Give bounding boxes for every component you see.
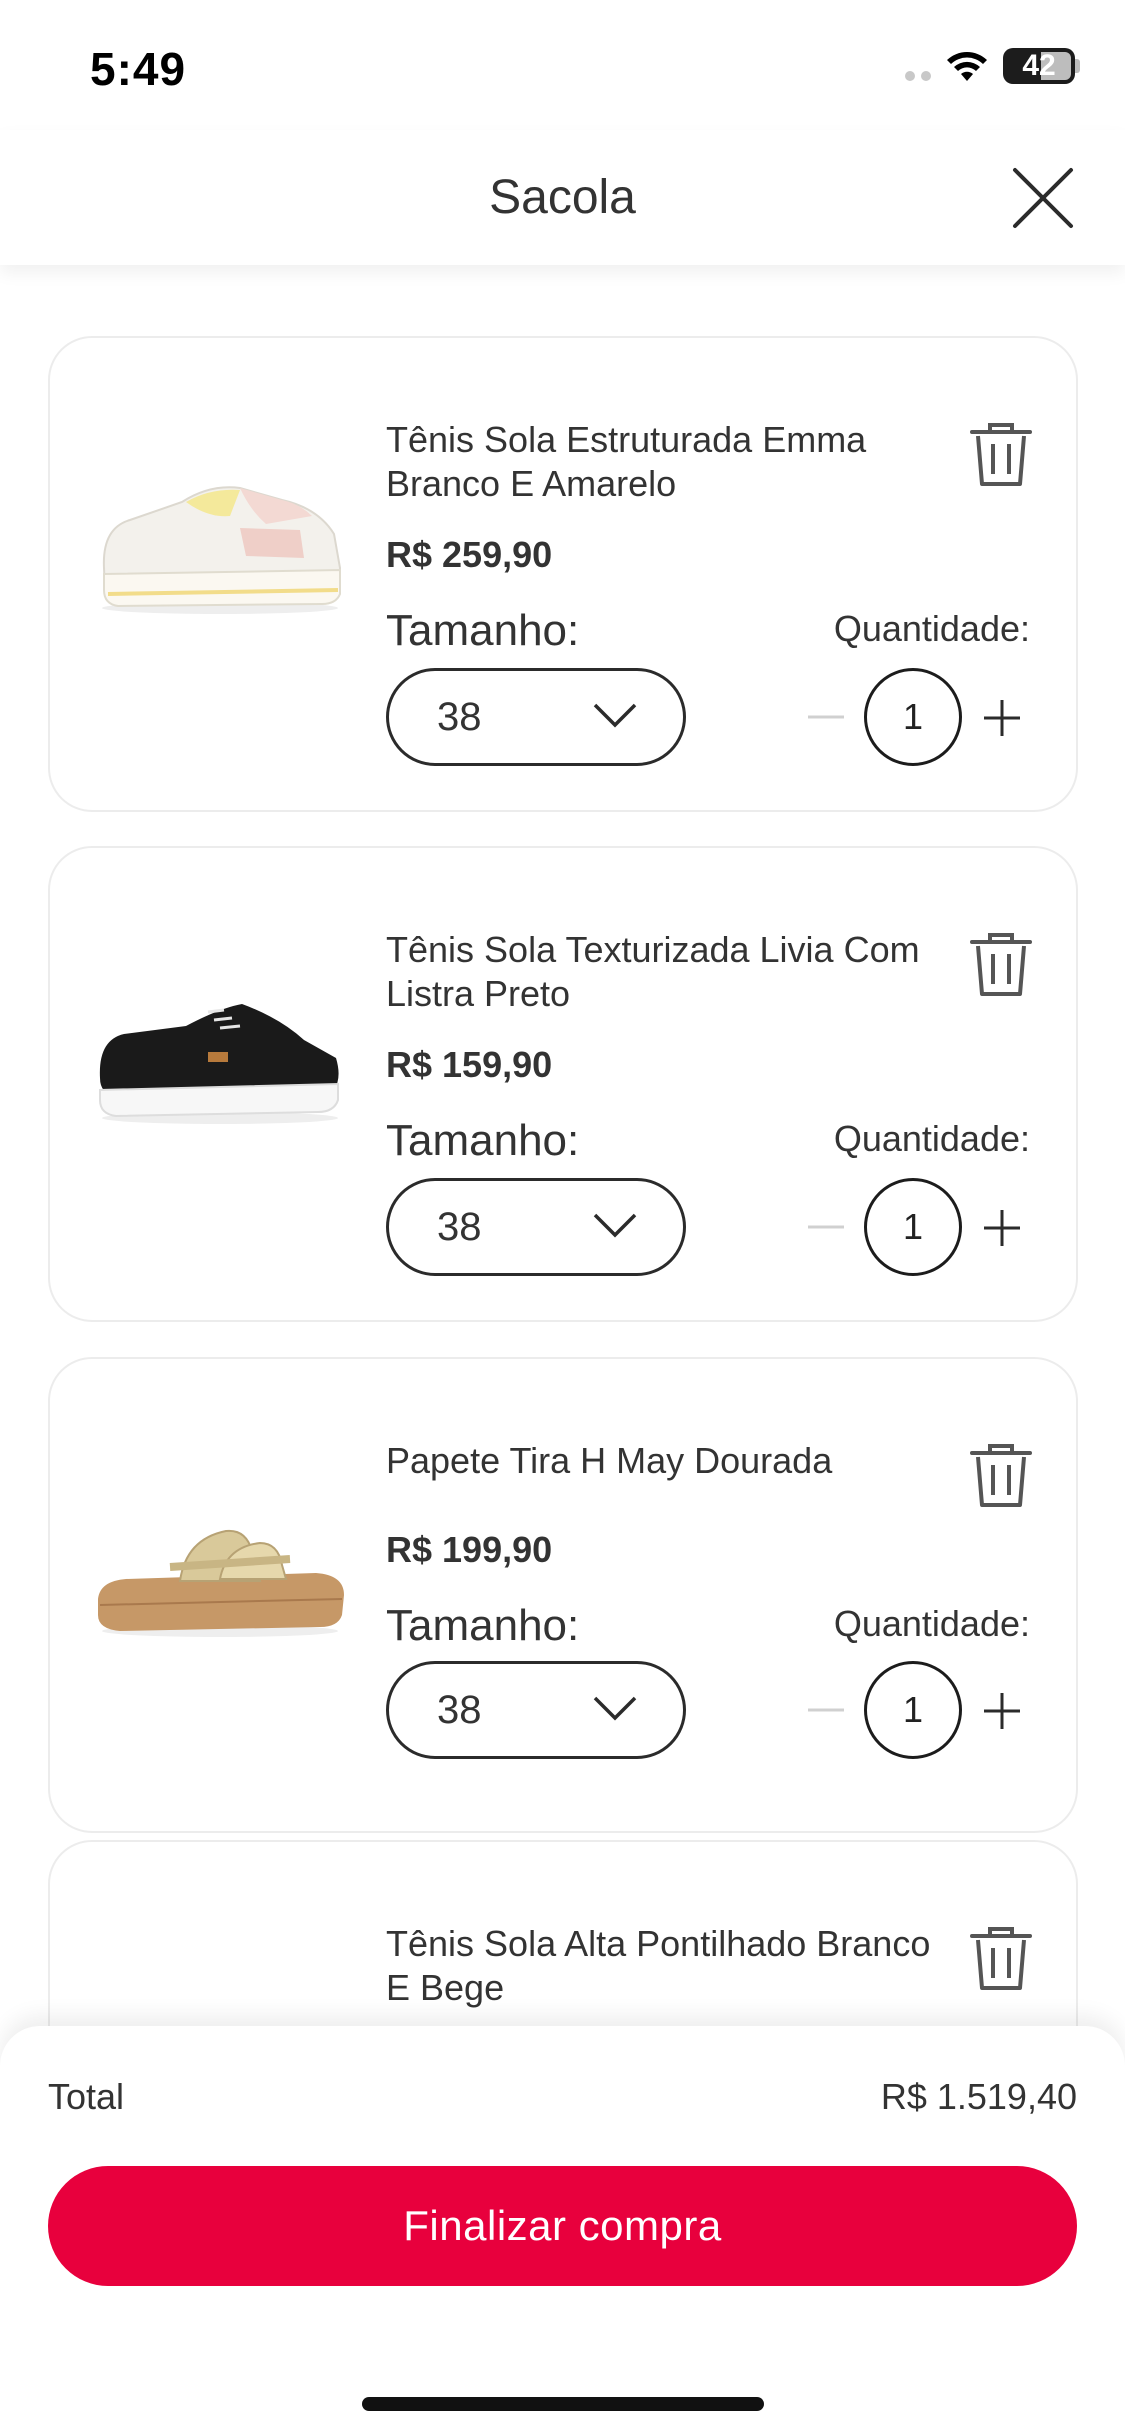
- increase-quantity-button[interactable]: [982, 698, 1022, 738]
- size-select[interactable]: 38: [386, 1661, 686, 1759]
- quantity-value[interactable]: 1: [864, 1178, 962, 1276]
- cart-item: Tênis Sola Texturizada Livia Com Listra …: [48, 846, 1078, 1322]
- delete-item-button[interactable]: [970, 1443, 1032, 1509]
- size-label: Tamanho:: [386, 606, 580, 655]
- quantity-label: Quantidade:: [833, 608, 1030, 649]
- decrease-quantity-button[interactable]: [806, 702, 846, 732]
- home-indicator[interactable]: [362, 2397, 764, 2411]
- increase-quantity-button[interactable]: [982, 1208, 1022, 1248]
- chevron-down-icon: [593, 1213, 637, 1238]
- order-summary: Total R$ 1.519,40 Finalizar compra: [0, 2026, 1125, 2436]
- total-value: R$ 1.519,40: [880, 2076, 1077, 2117]
- size-select[interactable]: 38: [386, 1178, 686, 1276]
- status-bar: 5:49 42: [0, 0, 1125, 130]
- quantity-label: Quantidade:: [833, 1118, 1030, 1159]
- cart-item: Tênis Sola Estruturada Emma Branco E Ama…: [48, 336, 1078, 812]
- checkout-button[interactable]: Finalizar compra: [48, 2166, 1077, 2286]
- quantity-value[interactable]: 1: [864, 668, 962, 766]
- product-image-sneaker-white-yellow[interactable]: [90, 418, 350, 638]
- product-price: R$ 259,90: [386, 534, 553, 575]
- increase-quantity-button[interactable]: [982, 1691, 1022, 1731]
- product-name[interactable]: Papete Tira H May Dourada: [386, 1439, 946, 1483]
- product-name[interactable]: Tênis Sola Estruturada Emma Branco E Ama…: [386, 418, 946, 506]
- quantity-value[interactable]: 1: [864, 1661, 962, 1759]
- product-name[interactable]: Tênis Sola Texturizada Livia Com Listra …: [386, 928, 946, 1016]
- product-price: R$ 199,90: [386, 1529, 553, 1570]
- decrease-quantity-button[interactable]: [806, 1695, 846, 1725]
- decrease-quantity-button[interactable]: [806, 1212, 846, 1242]
- size-select[interactable]: 38: [386, 668, 686, 766]
- quantity-label: Quantidade:: [833, 1603, 1030, 1644]
- page-title: Sacola: [489, 171, 636, 224]
- battery-icon: 42: [1003, 48, 1080, 84]
- chevron-down-icon: [593, 1696, 637, 1721]
- status-time: 5:49: [90, 43, 187, 95]
- total-label: Total: [48, 2076, 125, 2117]
- cellular-signal-icon: [905, 51, 931, 81]
- page-header: Sacola: [0, 130, 1125, 265]
- status-icons: 42: [905, 48, 1080, 84]
- size-value: 38: [437, 1687, 482, 1732]
- cart-item: Papete Tira H May Dourada R$ 199,90 Tama…: [48, 1357, 1078, 1833]
- battery-level: 42: [1022, 49, 1056, 82]
- product-price: R$ 159,90: [386, 1044, 553, 1085]
- delete-item-button[interactable]: [970, 932, 1032, 998]
- size-value: 38: [437, 694, 482, 739]
- size-label: Tamanho:: [386, 1601, 580, 1650]
- product-image-sandal-gold[interactable]: [90, 1439, 350, 1659]
- wifi-icon: [947, 52, 987, 81]
- close-button[interactable]: [1011, 166, 1075, 230]
- delete-item-button[interactable]: [970, 422, 1032, 488]
- product-name[interactable]: Tênis Sola Alta Pontilhado Branco E Bege: [386, 1922, 946, 2010]
- chevron-down-icon: [593, 703, 637, 728]
- size-value: 38: [437, 1204, 482, 1249]
- delete-item-button[interactable]: [970, 1926, 1032, 1992]
- size-label: Tamanho:: [386, 1116, 580, 1165]
- product-image-sneaker-black[interactable]: [90, 928, 350, 1148]
